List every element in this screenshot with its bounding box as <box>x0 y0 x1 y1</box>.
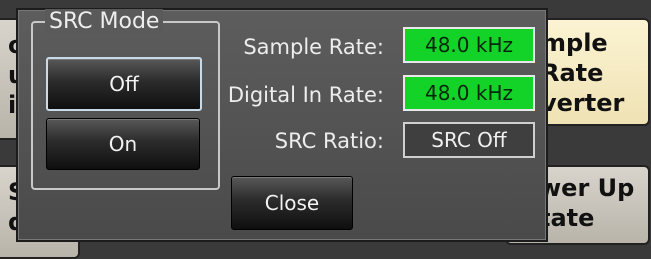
off-button[interactable]: Off <box>46 57 202 111</box>
group-title: SRC Mode <box>45 9 164 34</box>
src-mode-group: SRC Mode Off On <box>31 9 220 190</box>
digital-in-rate-value: 48.0 kHz <box>403 75 535 111</box>
src-ratio-label: SRC Ratio: <box>274 129 384 153</box>
sample-rate-label: Sample Rate: <box>243 35 384 59</box>
sample-rate-value: 48.0 kHz <box>403 27 535 63</box>
digital-in-rate-label: Digital In Rate: <box>227 83 384 107</box>
on-button[interactable]: On <box>46 118 200 170</box>
close-button[interactable]: Close <box>231 176 353 230</box>
src-ratio-value: SRC Off <box>403 122 535 158</box>
src-mode-dialog: SRC Mode Off On Sample Rate: 48.0 kHz Di… <box>18 9 546 240</box>
